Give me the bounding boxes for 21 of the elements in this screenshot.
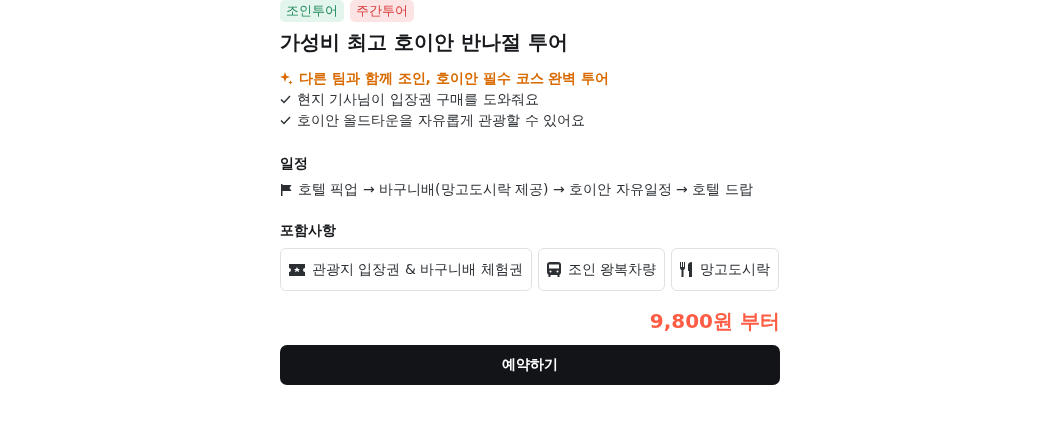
included-label: 망고도시락 <box>700 260 771 279</box>
checkmark-icon <box>280 116 291 125</box>
included-label: 관광지 입장권 & 바구니배 체험권 <box>312 260 523 279</box>
route-text: 호텔 픽업 → 바구니배(망고도시락 제공) → 호이안 자유일정 → 호텔 드랍 <box>298 180 753 199</box>
section-heading: 포함사항 <box>280 221 337 240</box>
ticket-icon <box>289 263 305 276</box>
price: 9,800원 부터 <box>649 308 780 335</box>
checkmark-icon <box>280 95 291 104</box>
book-button[interactable]: 예약하기 <box>280 345 780 385</box>
tag: 주간투어 <box>350 0 414 22</box>
tag: 조인투어 <box>280 0 344 22</box>
bus-icon <box>546 262 561 277</box>
flag-icon <box>280 183 292 196</box>
highlight-text: 다른 팀과 함께 조인, 호이안 필수 코스 완벽 투어 <box>299 69 610 88</box>
feature-text: 호이안 올드타운을 자유롭게 관광할 수 있어요 <box>297 111 586 130</box>
section-heading: 일정 <box>280 154 309 173</box>
tour-title: 가성비 최고 호이안 반나절 투어 <box>280 29 569 56</box>
included-label: 조인 왕복차량 <box>567 260 657 279</box>
fork-knife-icon <box>680 262 694 277</box>
sparkle-icon <box>280 72 293 85</box>
feature-text: 현지 기사님이 입장권 구매를 도와줘요 <box>297 90 539 109</box>
